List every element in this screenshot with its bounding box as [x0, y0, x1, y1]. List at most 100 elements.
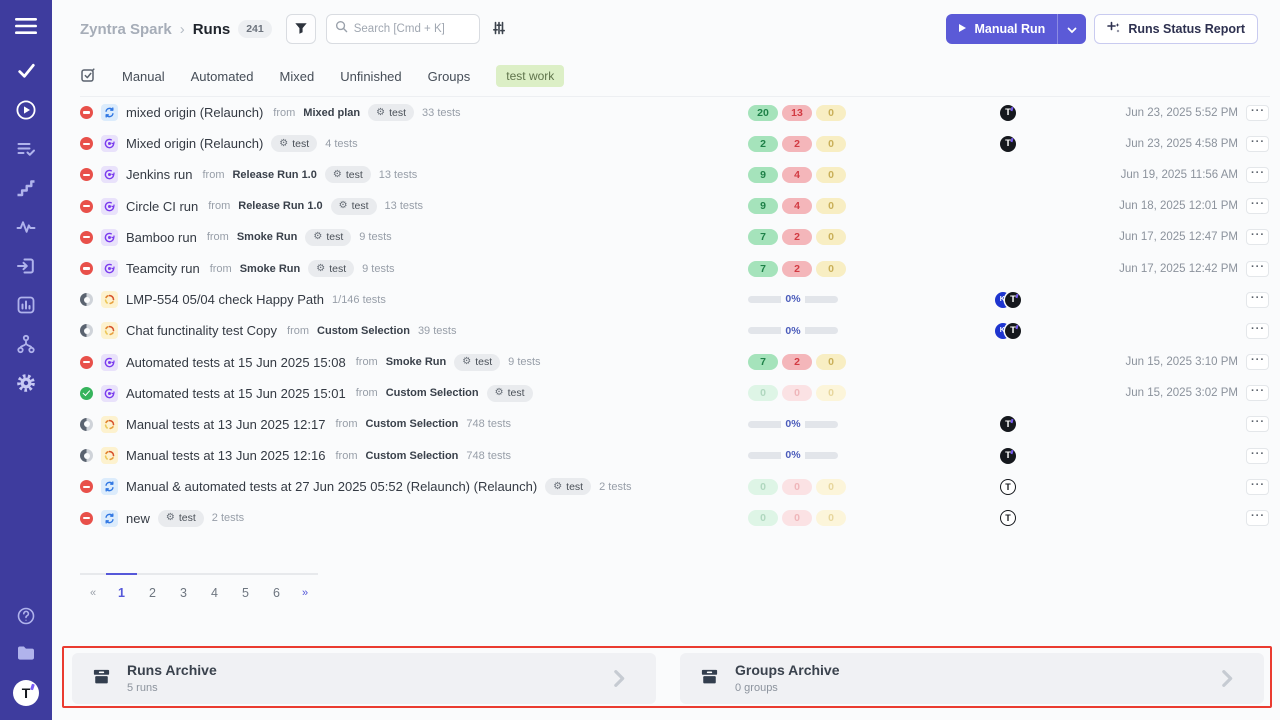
run-source-link[interactable]: Custom Selection: [365, 418, 458, 430]
test-tag-badge[interactable]: ⚙test: [325, 166, 371, 183]
manual-run-dropdown-button[interactable]: [1058, 14, 1086, 44]
test-tag-badge[interactable]: ⚙test: [158, 510, 204, 527]
pagination-page-3[interactable]: 3: [168, 573, 199, 600]
run-title[interactable]: mixed origin (Relaunch): [126, 105, 263, 120]
run-row[interactable]: Bamboo runfromSmoke Run⚙test9 tests720Ju…: [80, 222, 1270, 253]
workspace-avatar[interactable]: T: [13, 680, 39, 706]
runs-archive-card[interactable]: Runs Archive 5 runs: [72, 653, 656, 704]
sidebar-item-import[interactable]: [16, 256, 36, 278]
sidebar-item-milestones[interactable]: [16, 178, 36, 200]
run-row[interactable]: Manual & automated tests at 27 Jun 2025 …: [80, 471, 1270, 502]
run-row[interactable]: Mixed origin (Relaunch)⚙test4 tests220TJ…: [80, 128, 1270, 159]
row-menu-button[interactable]: ···: [1246, 385, 1269, 401]
row-menu-button[interactable]: ···: [1246, 416, 1269, 432]
sidebar-item-tests[interactable]: [16, 61, 37, 83]
tab-unfinished[interactable]: Unfinished: [340, 69, 401, 84]
run-title[interactable]: Mixed origin (Relaunch): [126, 136, 263, 151]
row-menu-button[interactable]: ···: [1246, 510, 1269, 526]
row-menu-button[interactable]: ···: [1246, 479, 1269, 495]
test-tag-badge[interactable]: ⚙test: [545, 478, 591, 495]
test-tag-badge[interactable]: ⚙test: [487, 385, 533, 402]
sidebar-item-analytics[interactable]: [16, 295, 36, 317]
test-tag-badge[interactable]: ⚙test: [331, 198, 377, 215]
run-row[interactable]: mixed origin (Relaunch)fromMixed plan⚙te…: [80, 97, 1270, 128]
search-input[interactable]: [354, 23, 471, 35]
run-title[interactable]: new: [126, 511, 150, 526]
pagination-page-4[interactable]: 4: [199, 573, 230, 600]
run-source-link[interactable]: Mixed plan: [303, 107, 360, 119]
sidebar-item-pulse[interactable]: [16, 217, 36, 239]
test-tag-label: test: [292, 138, 309, 150]
test-tag-badge[interactable]: ⚙test: [368, 104, 414, 121]
sidebar-item-settings[interactable]: [16, 373, 36, 395]
run-source-link[interactable]: Custom Selection: [317, 325, 410, 337]
run-row[interactable]: Chat functinality test CopyfromCustom Se…: [80, 315, 1270, 346]
view-settings-button[interactable]: [491, 20, 507, 39]
run-title[interactable]: Automated tests at 15 Jun 2025 15:08: [126, 355, 346, 370]
breadcrumb-project[interactable]: Zyntra Spark: [80, 21, 172, 38]
sidebar-item-plans[interactable]: [16, 139, 36, 161]
run-title[interactable]: Automated tests at 15 Jun 2025 15:01: [126, 386, 346, 401]
row-menu-button[interactable]: ···: [1246, 261, 1269, 277]
help-button[interactable]: [16, 606, 36, 628]
run-row[interactable]: Automated tests at 15 Jun 2025 15:08from…: [80, 347, 1270, 378]
tab-manual[interactable]: Manual: [122, 69, 165, 84]
run-row[interactable]: Manual tests at 13 Jun 2025 12:16fromCus…: [80, 440, 1270, 471]
run-source-link[interactable]: Release Run 1.0: [232, 169, 316, 181]
row-menu-button[interactable]: ···: [1246, 448, 1269, 464]
run-title[interactable]: Teamcity run: [126, 261, 200, 276]
run-title[interactable]: LMP-554 05/04 check Happy Path: [126, 292, 324, 307]
hamburger-menu-button[interactable]: [15, 16, 37, 38]
run-title[interactable]: Manual tests at 13 Jun 2025 12:17: [126, 417, 325, 432]
row-menu-button[interactable]: ···: [1246, 198, 1269, 214]
run-row[interactable]: new⚙test2 tests000T···: [80, 502, 1270, 533]
tab-mixed[interactable]: Mixed: [280, 69, 315, 84]
run-source-link[interactable]: Release Run 1.0: [238, 200, 322, 212]
run-source-link[interactable]: Custom Selection: [386, 387, 479, 399]
run-row[interactable]: Automated tests at 15 Jun 2025 15:01from…: [80, 378, 1270, 409]
run-title[interactable]: Manual tests at 13 Jun 2025 12:16: [126, 448, 325, 463]
sidebar-item-branches[interactable]: [16, 334, 36, 356]
pagination-page-2[interactable]: 2: [137, 573, 168, 600]
pagination-page-5[interactable]: 5: [230, 573, 261, 600]
run-row[interactable]: Circle CI runfromRelease Run 1.0⚙test13 …: [80, 191, 1270, 222]
pagination-page-6[interactable]: 6: [261, 573, 292, 600]
filter-tag-test-work[interactable]: test work: [496, 65, 564, 87]
test-tag-badge[interactable]: ⚙test: [271, 135, 317, 152]
pagination-next-button[interactable]: »: [292, 573, 318, 600]
test-tag-badge[interactable]: ⚙test: [305, 229, 351, 246]
test-tag-badge[interactable]: ⚙test: [308, 260, 354, 277]
run-title[interactable]: Bamboo run: [126, 230, 197, 245]
row-menu-button[interactable]: ···: [1246, 292, 1269, 308]
row-menu-button[interactable]: ···: [1246, 167, 1269, 183]
sidebar-item-runs[interactable]: [15, 100, 37, 122]
test-tag-badge[interactable]: ⚙test: [454, 354, 500, 371]
manual-run-button[interactable]: Manual Run: [946, 14, 1057, 44]
run-row[interactable]: Manual tests at 13 Jun 2025 12:17fromCus…: [80, 409, 1270, 440]
row-menu-button[interactable]: ···: [1246, 105, 1269, 121]
run-source-link[interactable]: Smoke Run: [237, 231, 298, 243]
run-row[interactable]: Jenkins runfromRelease Run 1.0⚙test13 te…: [80, 159, 1270, 190]
groups-archive-card[interactable]: Groups Archive 0 groups: [680, 653, 1264, 704]
row-menu-button[interactable]: ···: [1246, 136, 1269, 152]
run-source-link[interactable]: Smoke Run: [240, 263, 301, 275]
tab-groups[interactable]: Groups: [428, 69, 471, 84]
run-title[interactable]: Manual & automated tests at 27 Jun 2025 …: [126, 479, 537, 494]
select-all-button[interactable]: [80, 67, 96, 86]
run-source-link[interactable]: Smoke Run: [386, 356, 447, 368]
run-row[interactable]: Teamcity runfromSmoke Run⚙test9 tests720…: [80, 253, 1270, 284]
pagination-prev-button[interactable]: «: [80, 573, 106, 600]
run-title[interactable]: Circle CI run: [126, 199, 198, 214]
projects-button[interactable]: [16, 643, 36, 665]
row-menu-button[interactable]: ···: [1246, 354, 1269, 370]
run-row[interactable]: LMP-554 05/04 check Happy Path1/146 test…: [80, 284, 1270, 315]
run-source-link[interactable]: Custom Selection: [365, 450, 458, 462]
run-title[interactable]: Jenkins run: [126, 167, 192, 182]
filter-button[interactable]: [286, 14, 316, 44]
row-menu-button[interactable]: ···: [1246, 229, 1269, 245]
run-title[interactable]: Chat functinality test Copy: [126, 323, 277, 338]
row-menu-button[interactable]: ···: [1246, 323, 1269, 339]
tab-automated[interactable]: Automated: [191, 69, 254, 84]
runs-status-report-button[interactable]: Runs Status Report: [1094, 14, 1258, 44]
pagination-page-1[interactable]: 1: [106, 573, 137, 600]
